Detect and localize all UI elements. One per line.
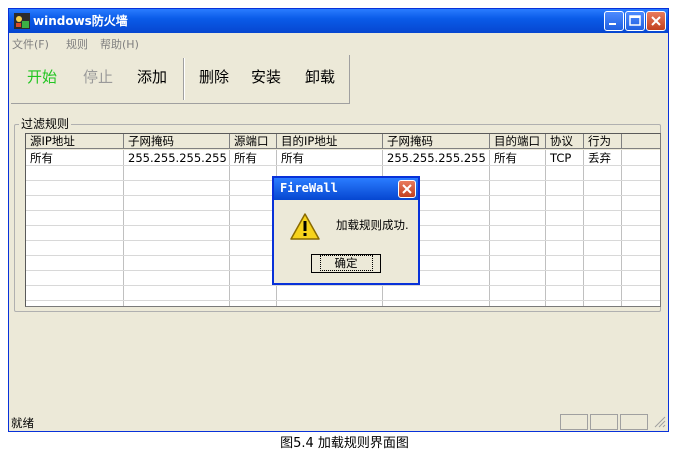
- install-button[interactable]: 安装: [251, 67, 281, 87]
- toolbar-border: [11, 55, 350, 104]
- add-button[interactable]: 添加: [137, 67, 167, 87]
- toolbar: 开始 停止 添加 删除 安装 卸载: [11, 55, 350, 105]
- row-protocol: TCP: [550, 151, 572, 165]
- col-protocol[interactable]: 协议: [546, 134, 584, 149]
- dialog-message: 加载规则成功.: [336, 218, 409, 232]
- grid-line: [26, 300, 660, 301]
- window-title: windows防火墙: [33, 14, 128, 28]
- row-dst-port: 所有: [494, 151, 517, 165]
- col-src-port[interactable]: 源端口: [230, 134, 277, 149]
- status-pane: [560, 414, 588, 430]
- ok-button-label: 确定: [319, 255, 373, 271]
- figure-caption: 图5.4 加载规则界面图: [280, 436, 409, 451]
- ok-button[interactable]: 确定: [311, 254, 381, 273]
- grid-line: [26, 285, 660, 286]
- delete-button[interactable]: 删除: [199, 67, 229, 87]
- grid-line: [621, 150, 622, 306]
- col-action[interactable]: 行为: [584, 134, 622, 149]
- status-text: 就绪: [11, 416, 34, 430]
- maximize-button[interactable]: [625, 11, 645, 31]
- minimize-button[interactable]: [604, 11, 624, 31]
- toolbar-separator: [183, 58, 185, 100]
- title-bar[interactable]: windows防火墙: [9, 9, 668, 33]
- row-src-port: 所有: [234, 151, 257, 165]
- app-icon: [14, 13, 30, 29]
- row-src-ip: 所有: [30, 151, 53, 165]
- status-pane: [620, 414, 648, 430]
- col-filler: [622, 134, 660, 149]
- menu-help[interactable]: 帮助(H): [100, 36, 139, 52]
- row-dst-mask: 255.255.255.255: [387, 151, 486, 165]
- rules-group-label: 过滤规则: [19, 115, 72, 132]
- status-bar: 就绪: [9, 413, 668, 431]
- main-window: windows防火墙 文件(F) 规则 帮助(H) 开始 停止 添加 删除 安装…: [8, 8, 669, 432]
- grid-line: [583, 150, 584, 306]
- col-dst-ip[interactable]: 目的IP地址: [277, 134, 383, 149]
- row-action: 丢弃: [588, 151, 611, 165]
- status-pane: [590, 414, 618, 430]
- dialog-close-button[interactable]: [398, 180, 416, 198]
- warning-icon: [290, 213, 320, 240]
- row-dst-ip: 所有: [281, 151, 304, 165]
- menu-rules[interactable]: 规则: [66, 36, 88, 52]
- row-src-mask: 255.255.255.255: [128, 151, 227, 165]
- grid-line: [26, 165, 660, 166]
- grid-line: [123, 150, 124, 306]
- col-src-mask[interactable]: 子网掩码: [124, 134, 230, 149]
- dialog-title: FireWall: [280, 181, 338, 195]
- col-dst-mask[interactable]: 子网掩码: [383, 134, 490, 149]
- firewall-dialog: FireWall 加载规则成功. 确定: [272, 176, 420, 285]
- col-src-ip[interactable]: 源IP地址: [26, 134, 124, 149]
- menu-file[interactable]: 文件(F): [12, 36, 49, 52]
- grid-line: [229, 150, 230, 306]
- grid-line: [545, 150, 546, 306]
- resize-grip-icon[interactable]: [654, 416, 666, 428]
- start-button[interactable]: 开始: [27, 67, 57, 87]
- col-dst-port[interactable]: 目的端口: [490, 134, 546, 149]
- stop-button[interactable]: 停止: [83, 67, 113, 87]
- grid-line: [489, 150, 490, 306]
- uninstall-button[interactable]: 卸载: [305, 67, 335, 87]
- dialog-title-bar[interactable]: FireWall: [274, 178, 418, 200]
- list-header: 源IP地址 子网掩码 源端口 目的IP地址 子网掩码 目的端口 协议 行为: [26, 134, 660, 150]
- close-button[interactable]: [646, 11, 666, 31]
- menu-bar: 文件(F) 规则 帮助(H): [9, 34, 668, 52]
